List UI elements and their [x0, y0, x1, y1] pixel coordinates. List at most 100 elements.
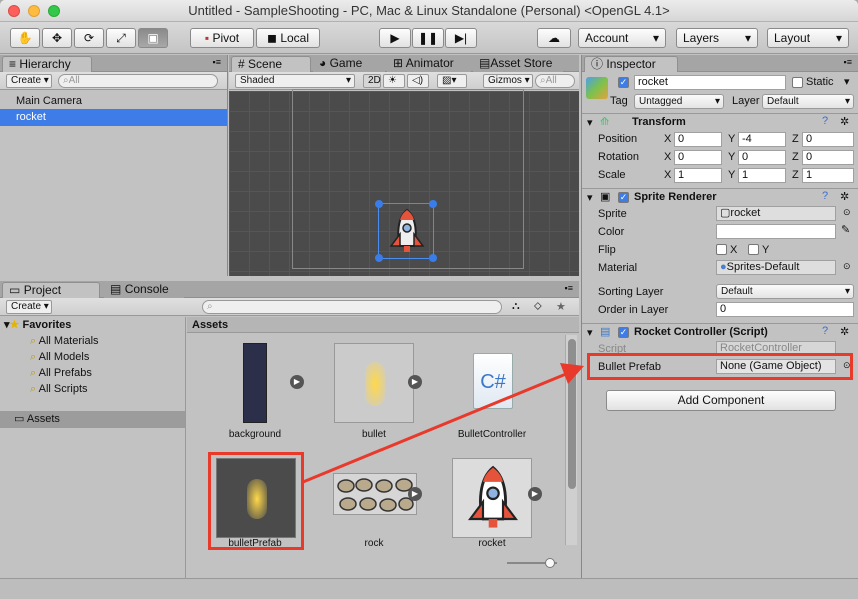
filter-label-icon[interactable]: ⬦ [534, 300, 542, 313]
filter-type-icon[interactable]: ⛬ [512, 300, 520, 313]
account-dropdown[interactable]: Account ▾ [578, 28, 666, 48]
rotation-y-field[interactable]: 0 [738, 150, 786, 165]
scale-x-field[interactable]: 1 [674, 168, 722, 183]
cloud-button[interactable]: ☁ [537, 28, 571, 48]
position-z-field[interactable]: 0 [802, 132, 854, 147]
assets-node[interactable]: ▭ Assets [0, 411, 185, 428]
object-picker-icon[interactable]: ⊙ [843, 207, 851, 218]
help-icon[interactable]: ? [822, 325, 828, 337]
favorites-node[interactable]: ▾★ Favorites [0, 317, 185, 334]
sprite-renderer-enabled-checkbox[interactable]: ✓ [618, 192, 629, 203]
help-icon[interactable]: ? [822, 190, 828, 202]
rect-handle[interactable] [375, 200, 383, 208]
gear-icon[interactable]: ✲ [840, 115, 849, 128]
rect-handle[interactable] [429, 200, 437, 208]
flip-y-checkbox[interactable] [748, 244, 759, 255]
scrollbar-thumb[interactable] [568, 339, 576, 489]
expand-arrow-icon[interactable]: ▶ [408, 375, 422, 389]
static-checkbox[interactable] [792, 77, 803, 88]
position-x-field[interactable]: 0 [674, 132, 722, 147]
gizmos-dropdown[interactable]: Gizmos ▾ [483, 74, 533, 88]
asset-rocket-thumb[interactable] [452, 458, 532, 538]
object-picker-icon[interactable]: ⊙ [843, 261, 851, 272]
hierarchy-item-rocket[interactable]: rocket [0, 109, 227, 126]
sorting-layer-dropdown[interactable]: Default ▾ [716, 284, 854, 299]
project-create-button[interactable]: Create ▾ [6, 300, 52, 314]
layout-dropdown[interactable]: Layout ▾ [767, 28, 849, 48]
flip-x-checkbox[interactable] [716, 244, 727, 255]
fav-item-all-materials[interactable]: ⌕ All Materials [0, 333, 185, 350]
panel-menu-icon[interactable]: ▪≡ [565, 283, 573, 293]
move-tool-button[interactable]: ✥ [42, 28, 72, 48]
panel-menu-icon[interactable]: ▪≡ [213, 57, 221, 67]
hierarchy-item-main-camera[interactable]: Main Camera [0, 93, 227, 110]
minimize-window-button[interactable] [28, 5, 40, 17]
asset-rock-thumb[interactable] [333, 473, 417, 515]
hierarchy-create-button[interactable]: Create ▾ [6, 74, 52, 88]
project-search-input[interactable]: ⌕ [202, 300, 502, 314]
layers-dropdown[interactable]: Layers ▾ [676, 28, 758, 48]
close-window-button[interactable] [8, 5, 20, 17]
expand-arrow-icon[interactable]: ▶ [408, 487, 422, 501]
tab-hierarchy[interactable]: ≡ Hierarchy [2, 56, 92, 72]
local-toggle[interactable]: ◼ Local [256, 28, 320, 48]
rect-tool-button[interactable]: ▣ [138, 28, 168, 48]
expand-arrow-icon[interactable]: ▶ [290, 375, 304, 389]
tab-scene[interactable]: # Scene [231, 56, 311, 72]
transform-header[interactable]: ▾ ⟰ Transform ? ✲ [582, 113, 858, 131]
fav-item-all-models[interactable]: ⌕ All Models [0, 349, 185, 366]
rotation-z-field[interactable]: 0 [802, 150, 854, 165]
chevron-down-icon[interactable]: ▾ [844, 75, 850, 88]
scale-tool-button[interactable]: ⤢ [106, 28, 136, 48]
audio-toggle[interactable]: ◁) [407, 74, 429, 88]
rocket-controller-header[interactable]: ▾ ▤ ✓ Rocket Controller (Script) ? ✲ [582, 323, 858, 341]
active-checkbox[interactable]: ✓ [618, 77, 629, 88]
lighting-toggle[interactable]: ☀ [383, 74, 405, 88]
asset-grid-scrollbar[interactable] [565, 335, 577, 545]
scene-search-input[interactable]: ⌕All [535, 74, 575, 88]
rotation-x-field[interactable]: 0 [674, 150, 722, 165]
scene-viewport[interactable] [229, 89, 579, 276]
favorite-star-icon[interactable]: ★ [556, 300, 566, 313]
slider-knob[interactable] [545, 558, 555, 568]
bullet-prefab-field[interactable]: None (Game Object) [716, 359, 836, 374]
tab-asset-store[interactable]: ▤Asset Store [473, 56, 563, 72]
layer-dropdown[interactable]: Default ▾ [762, 94, 854, 109]
color-swatch[interactable] [716, 224, 836, 239]
tab-inspector[interactable]: ⓘ Inspector [584, 56, 678, 72]
step-button[interactable]: ▶| [445, 28, 477, 48]
shading-dropdown[interactable]: Shaded ▾ [235, 74, 355, 88]
order-in-layer-field[interactable]: 0 [716, 302, 854, 317]
fav-item-all-prefabs[interactable]: ⌕ All Prefabs [0, 365, 185, 382]
script-enabled-checkbox[interactable]: ✓ [618, 327, 629, 338]
add-component-button[interactable]: Add Component [606, 390, 836, 411]
thumbnail-size-slider[interactable] [507, 558, 557, 568]
object-name-field[interactable]: rocket [634, 75, 786, 90]
asset-bulletprefab-thumb[interactable] [216, 458, 296, 538]
mode-2d-toggle[interactable]: 2D [363, 74, 381, 88]
rocket-selection[interactable] [375, 200, 437, 262]
pivot-toggle[interactable]: ▪ Pivot [190, 28, 254, 48]
csharp-script-icon[interactable]: C# [473, 353, 513, 409]
scale-y-field[interactable]: 1 [738, 168, 786, 183]
zoom-window-button[interactable] [48, 5, 60, 17]
sprite-renderer-header[interactable]: ▾ ▣ ✓ Sprite Renderer ? ✲ [582, 188, 858, 206]
asset-bullet-thumb[interactable] [334, 343, 414, 423]
material-field[interactable]: ●Sprites-Default [716, 260, 836, 275]
eyedropper-icon[interactable]: ✎ [841, 223, 850, 236]
play-button[interactable]: ▶ [379, 28, 411, 48]
rotate-tool-button[interactable]: ⟳ [74, 28, 104, 48]
object-picker-icon[interactable]: ⊙ [843, 360, 851, 371]
expand-arrow-icon[interactable]: ▶ [528, 487, 542, 501]
rect-handle[interactable] [429, 254, 437, 262]
position-y-field[interactable]: -4 [738, 132, 786, 147]
fav-item-all-scripts[interactable]: ⌕ All Scripts [0, 381, 185, 398]
pause-button[interactable]: ❚❚ [412, 28, 444, 48]
gear-icon[interactable]: ✲ [840, 190, 849, 203]
hierarchy-search-input[interactable]: ⌕All [58, 74, 218, 88]
tab-console[interactable]: ▤ Console [104, 282, 184, 298]
sprite-field[interactable]: ▢rocket [716, 206, 836, 221]
scale-z-field[interactable]: 1 [802, 168, 854, 183]
asset-background-thumb[interactable] [243, 343, 267, 423]
tag-dropdown[interactable]: Untagged ▾ [634, 94, 724, 109]
